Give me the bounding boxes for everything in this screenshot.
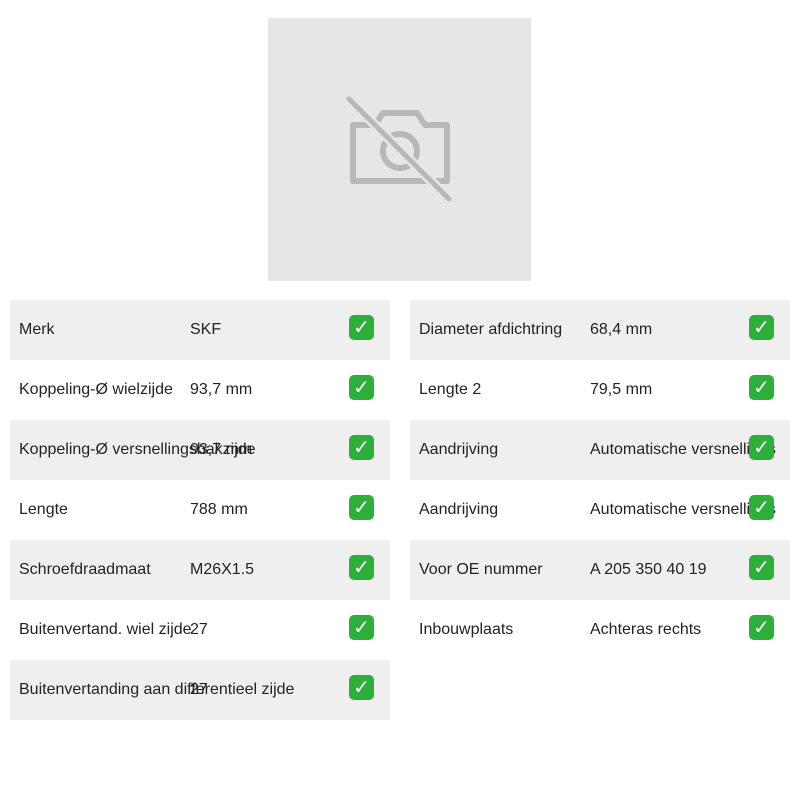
spec-value: 788 mm <box>190 501 248 518</box>
check-icon: ✓ <box>349 495 374 520</box>
spec-label: Buitenvertanding aan differentieel zijde <box>19 681 295 698</box>
spec-value: A 205 350 40 19 <box>590 561 707 578</box>
spec-label: Koppeling-Ø wielzijde <box>19 381 173 398</box>
spec-row: Lengte 2 79,5 mm ✓ <box>410 360 790 420</box>
spec-row: Merk SKF ✓ <box>10 300 390 360</box>
spec-label: Aandrijving <box>419 441 499 458</box>
check-icon: ✓ <box>749 555 774 580</box>
spec-label: Lengte 2 <box>419 381 482 398</box>
check-icon: ✓ <box>749 315 774 340</box>
spec-row: Lengte 788 mm ✓ <box>10 480 390 540</box>
check-icon: ✓ <box>749 495 774 520</box>
check-icon: ✓ <box>349 315 374 340</box>
spec-row: Buitenvertanding aan differentieel zijde… <box>10 660 390 720</box>
spec-row: Aandrijving Automatische versnellings ✓ <box>410 420 790 480</box>
spec-value: 93,7 mm <box>190 381 253 398</box>
spec-row: Schroefdraadmaat M26X1.5 ✓ <box>10 540 390 600</box>
spec-value: M26X1.5 <box>190 561 255 578</box>
spec-row: Inbouwplaats Achteras rechts ✓ <box>410 600 790 660</box>
product-page: Merk SKF ✓ Koppeling-Ø wielzijde 93,7 mm… <box>0 0 800 800</box>
spec-value: Achteras rechts <box>590 621 702 638</box>
check-icon: ✓ <box>749 375 774 400</box>
spec-value: 27 <box>190 681 208 698</box>
spec-row: Buitenvertand. wiel zijde 27 ✓ <box>10 600 390 660</box>
check-icon: ✓ <box>749 615 774 640</box>
spec-value: SKF <box>190 321 222 338</box>
spec-label: Aandrijving <box>419 501 499 518</box>
spec-label: Lengte <box>19 501 68 518</box>
spec-row: Voor OE nummer A 205 350 40 19 ✓ <box>410 540 790 600</box>
spec-value: 68,4 mm <box>590 321 653 338</box>
spec-row: Koppeling-Ø versnellingsbakzijde 93,7 mm… <box>10 420 390 480</box>
spec-label: Buitenvertand. wiel zijde <box>19 621 192 638</box>
product-image-placeholder <box>268 18 531 281</box>
spec-row: Aandrijving Automatische versnellings ✓ <box>410 480 790 540</box>
spec-value: Automatische versnellings <box>590 501 776 518</box>
spec-row: Koppeling-Ø wielzijde 93,7 mm ✓ <box>10 360 390 420</box>
check-icon: ✓ <box>349 435 374 460</box>
specs-table-left: Merk SKF ✓ Koppeling-Ø wielzijde 93,7 mm… <box>10 300 390 720</box>
check-icon: ✓ <box>349 555 374 580</box>
check-icon: ✓ <box>749 435 774 460</box>
spec-row: Diameter afdichtring 68,4 mm ✓ <box>410 300 790 360</box>
check-icon: ✓ <box>349 615 374 640</box>
spec-label: Schroefdraadmaat <box>19 561 151 578</box>
no-photo-camera-icon <box>344 94 453 203</box>
spec-value: 93,7 mm <box>190 441 253 458</box>
spec-label: Diameter afdichtring <box>419 321 563 338</box>
spec-value: 27 <box>190 621 208 638</box>
spec-label: Voor OE nummer <box>419 561 543 578</box>
spec-label: Inbouwplaats <box>419 621 514 638</box>
spec-value: Automatische versnellings <box>590 441 776 458</box>
spec-value: 79,5 mm <box>590 381 653 398</box>
spec-label: Merk <box>19 321 55 338</box>
specs-table-right: Diameter afdichtring 68,4 mm ✓ Lengte 2 … <box>410 300 790 660</box>
check-icon: ✓ <box>349 675 374 700</box>
check-icon: ✓ <box>349 375 374 400</box>
